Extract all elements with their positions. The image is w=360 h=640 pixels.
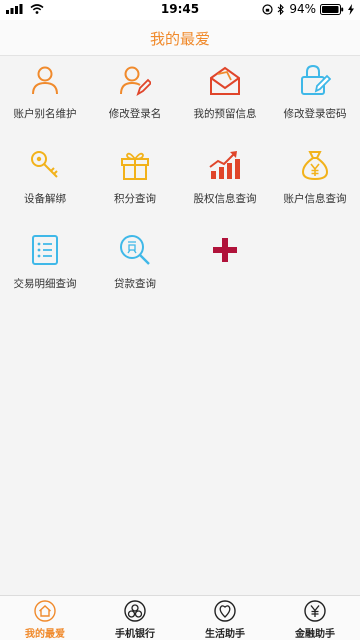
mobile-bank-icon <box>124 600 146 622</box>
tab-label: 我的最爱 <box>25 629 65 640</box>
favorite-item-label: 修改登录密码 <box>283 108 347 120</box>
add-favorite-button[interactable] <box>180 226 270 311</box>
favorite-item-change-login-name[interactable]: 修改登录名 <box>90 56 180 141</box>
favorite-item-change-password[interactable]: 修改登录密码 <box>270 56 360 141</box>
user-edit-icon <box>120 66 151 96</box>
home-icon <box>34 600 56 622</box>
favorite-item-label: 交易明细查询 <box>13 278 77 290</box>
favorite-item-device-unbind[interactable]: 设备解绑 <box>0 141 90 226</box>
favorite-item-label: 账户信息查询 <box>283 193 347 205</box>
tab-label: 手机银行 <box>115 629 155 640</box>
tab-label: 生活助手 <box>205 629 245 640</box>
tab-bar: 我的最爱 手机银行 生活助手 金融助手 <box>0 595 360 640</box>
user-icon <box>32 66 58 95</box>
tab-life-assistant[interactable]: 生活助手 <box>180 596 270 640</box>
favorite-item-label: 账户别名维护 <box>13 108 77 120</box>
life-icon <box>214 600 236 622</box>
status-right: 94% <box>262 2 354 16</box>
loan-search-icon <box>120 235 150 265</box>
password-edit-icon <box>301 64 331 95</box>
nav-bar: 我的最爱 <box>0 20 360 56</box>
battery-icon <box>320 3 344 15</box>
favorite-item-label: 积分查询 <box>114 193 156 205</box>
favorite-item-points-query[interactable]: 积分查询 <box>90 141 180 226</box>
envelope-icon <box>210 66 240 95</box>
tab-mobile-banking[interactable]: 手机银行 <box>90 596 180 640</box>
finance-icon <box>304 600 326 622</box>
favorite-item-label: 我的预留信息 <box>193 108 257 120</box>
favorite-item-label: 股权信息查询 <box>193 193 257 205</box>
money-bag-icon <box>301 151 329 181</box>
favorite-item-label: 贷款查询 <box>114 278 156 290</box>
tab-finance-assistant[interactable]: 金融助手 <box>270 596 360 640</box>
key-icon <box>31 151 58 178</box>
charging-icon <box>348 3 354 15</box>
favorite-item-equity-query[interactable]: 股权信息查询 <box>180 141 270 226</box>
stock-chart-icon <box>209 151 240 179</box>
rotation-lock-icon <box>262 3 273 15</box>
page-title: 我的最爱 <box>149 30 210 48</box>
list-icon <box>32 235 58 265</box>
favorite-item-account-alias[interactable]: 账户别名维护 <box>0 56 90 141</box>
favorite-item-label: 修改登录名 <box>108 108 162 120</box>
bluetooth-icon <box>277 3 285 15</box>
favorite-item-reserved-info[interactable]: 我的预留信息 <box>180 56 270 141</box>
favorite-item-label: 设备解绑 <box>24 193 66 205</box>
tab-my-favorites[interactable]: 我的最爱 <box>0 596 90 640</box>
favorite-item-account-info[interactable]: 账户信息查询 <box>270 141 360 226</box>
gift-icon <box>121 152 149 180</box>
status-bar: 19:45 94% <box>0 0 360 20</box>
tab-label: 金融助手 <box>295 629 335 640</box>
battery-percent: 94% <box>289 2 316 16</box>
favorite-item-loan-query[interactable]: 贷款查询 <box>90 226 180 311</box>
plus-icon <box>213 238 237 262</box>
favorite-item-transaction-details[interactable]: 交易明细查询 <box>0 226 90 311</box>
